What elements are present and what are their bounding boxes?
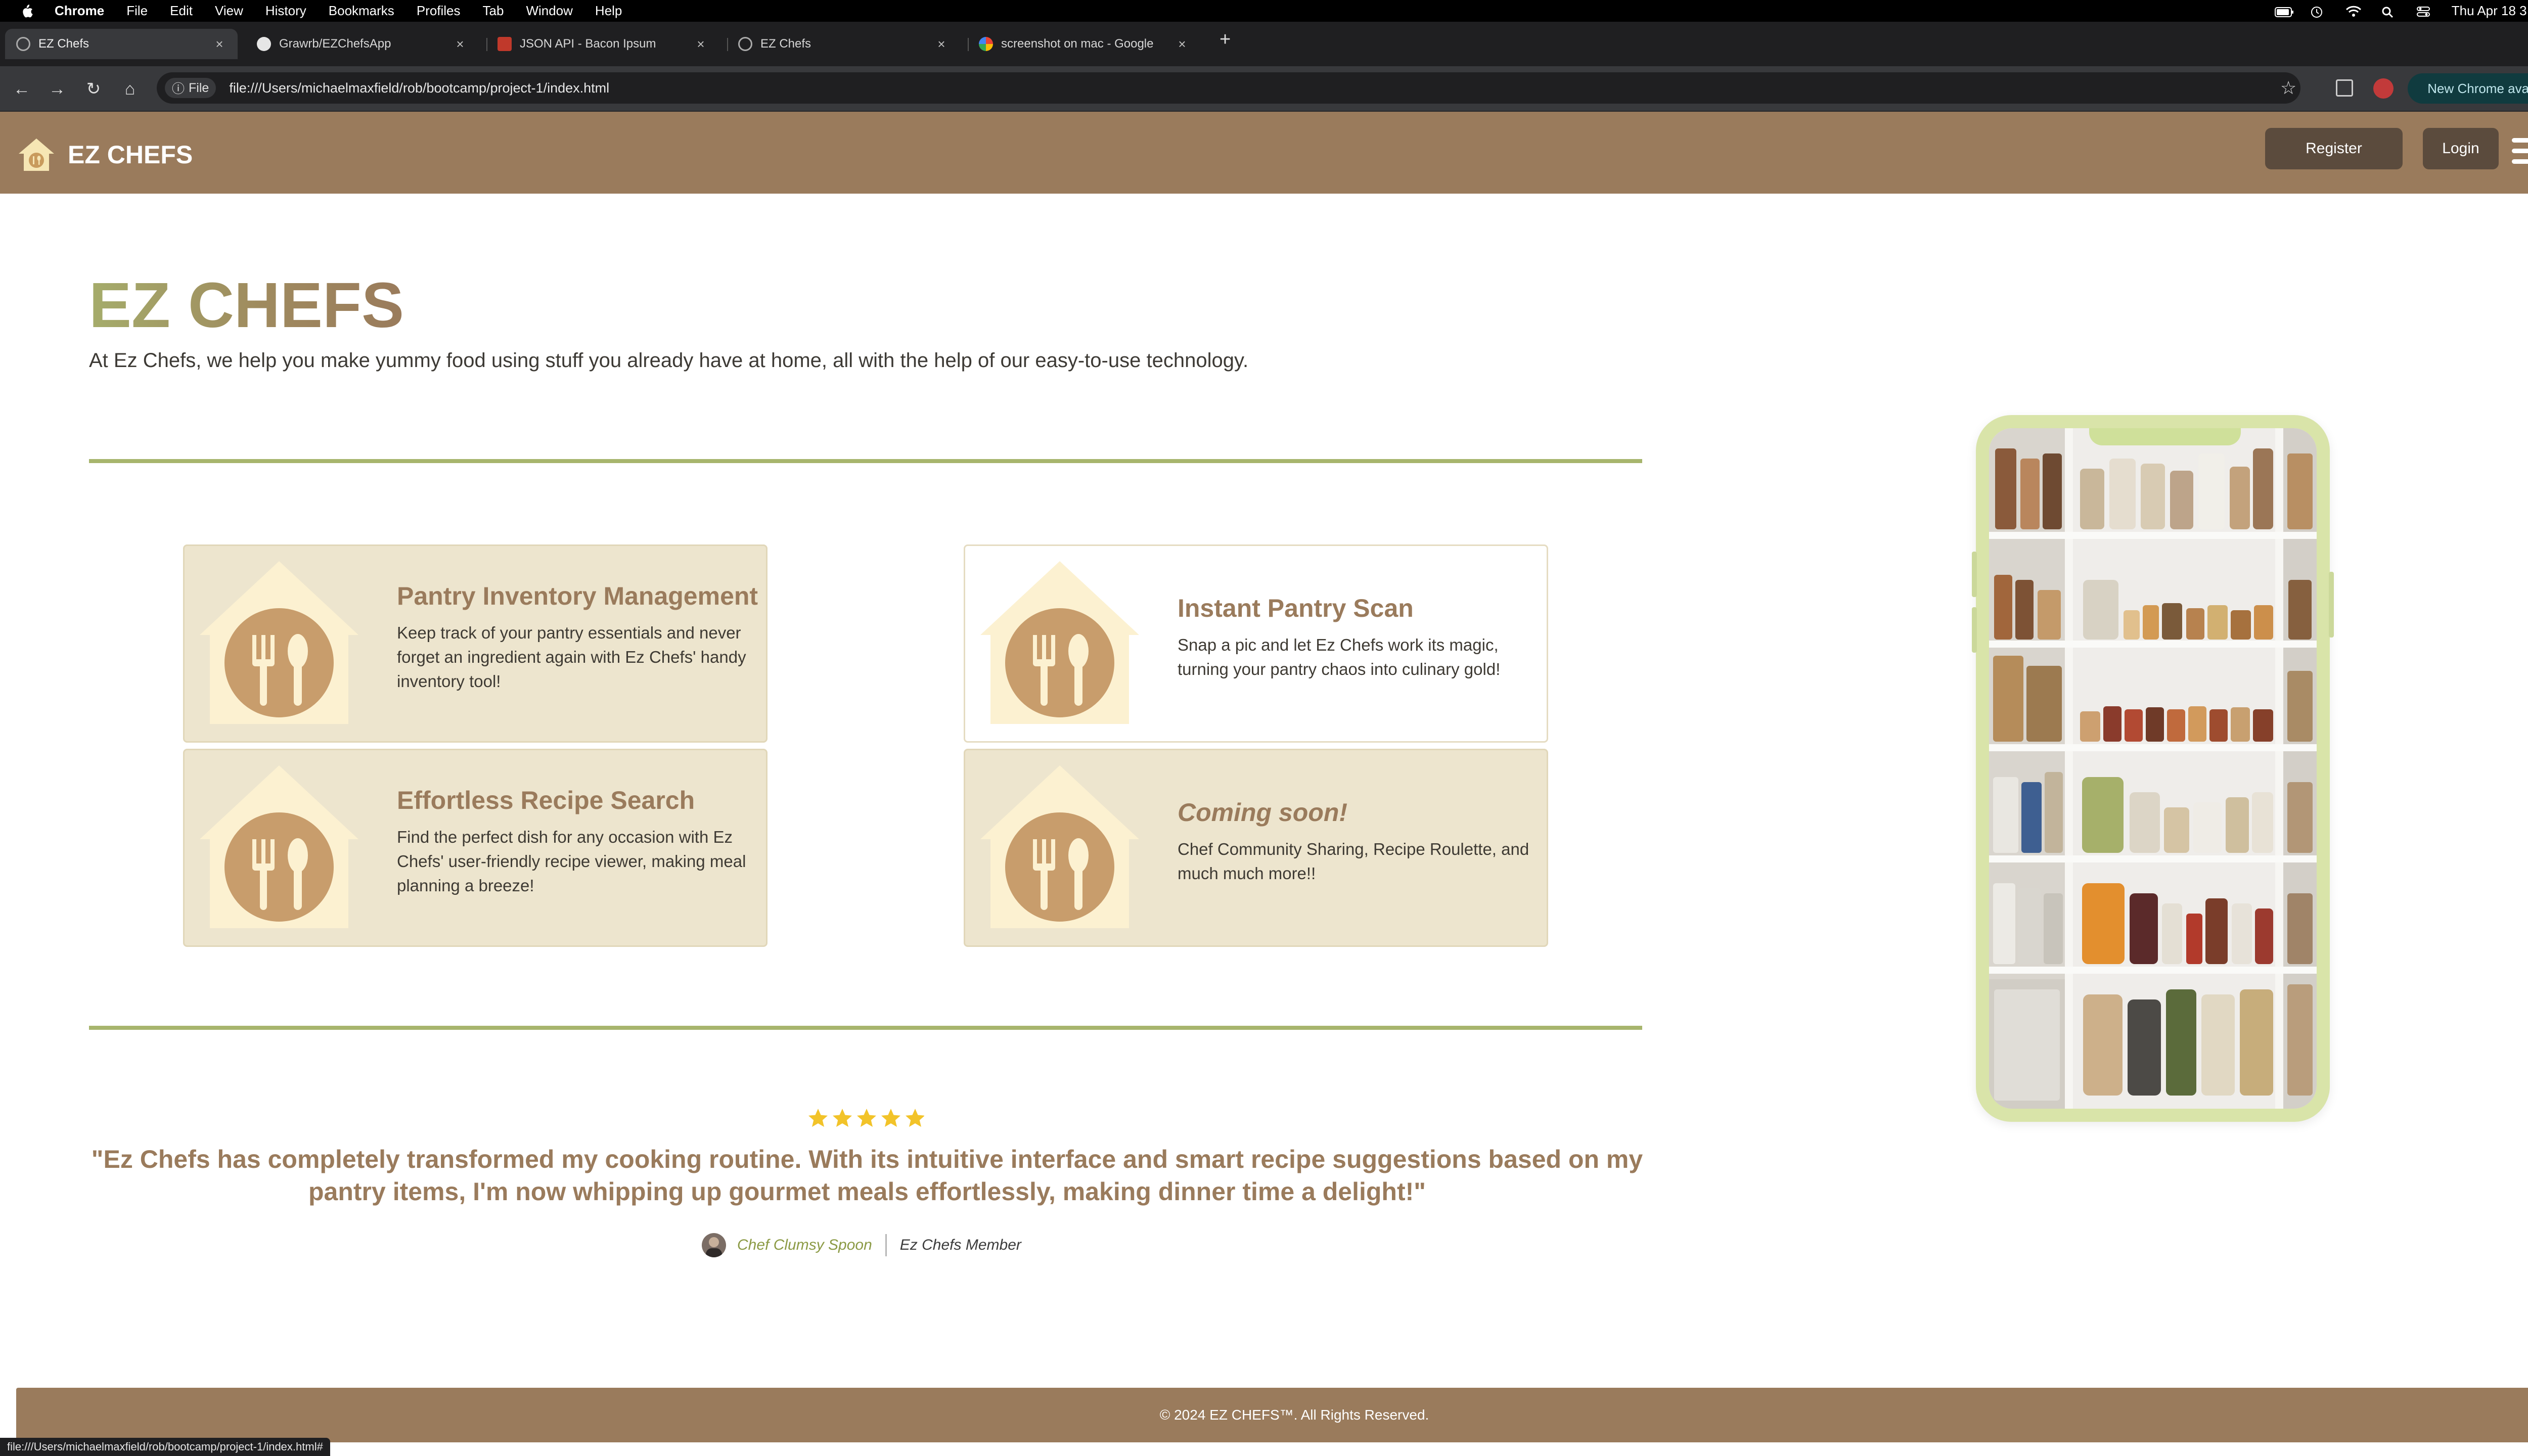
profile-avatar[interactable] [2373,78,2394,99]
site-header: EZ CHEFS Register Login [0,112,2528,194]
feature-description: Snap a pic and let Ez Chefs work its mag… [1178,635,1501,678]
time-machine-icon[interactable] [2310,6,2325,18]
hero-title: EZ CHEFS [89,269,404,341]
menu-profiles[interactable]: Profiles [417,3,461,19]
bookmark-star-icon[interactable]: ☆ [2280,77,2296,99]
testimonial-quote: "Ez Chefs has completely transformed my … [91,1145,1643,1206]
menu-bookmarks[interactable]: Bookmarks [329,3,394,19]
browser-toolbar: ← → ↻ ⌂ ⓘ File file:///Users/michaelmaxf… [0,66,2528,112]
menu-file[interactable]: File [126,3,148,19]
feature-description: Find the perfect dish for any occasion w… [397,828,746,895]
author-avatar [702,1233,726,1257]
ez-chefs-favicon [738,37,752,51]
section-divider-top [89,459,1642,463]
google-icon [979,37,993,51]
author-role: Ez Chefs Member [899,1237,1021,1253]
address-bar[interactable]: ⓘ File file:///Users/michaelmaxfield/rob… [157,72,2300,104]
close-tab-icon[interactable]: × [453,36,467,52]
status-bar-url: file:///Users/michaelmaxfield/rob/bootca… [0,1438,330,1456]
home-logo-icon[interactable] [17,137,56,172]
new-tab-button[interactable]: + [1220,29,1231,51]
login-button[interactable]: Login [2423,128,2499,169]
tab-label: EZ Chefs [38,37,89,51]
menu-app-name[interactable]: Chrome [55,3,104,19]
tab-label: screenshot on mac - Google [1001,37,1154,51]
control-center-icon[interactable] [2416,6,2431,17]
menu-window[interactable]: Window [526,3,572,19]
feature-title: Pantry Inventory Management [397,582,758,610]
ez-chefs-favicon [16,37,30,51]
feature-card-coming-soon: Coming soon! Chef Community Sharing, Rec… [964,749,1548,947]
menu-tab[interactable]: Tab [483,3,504,19]
browser-tab-google[interactable]: screenshot on mac - Google × [968,29,1200,59]
back-arrow-icon[interactable]: ← [10,77,33,101]
author-divider [885,1234,887,1256]
reload-icon[interactable]: ↻ [82,77,105,101]
forward-arrow-icon[interactable]: → [46,77,69,101]
browser-tab-bacon-ipsum[interactable]: JSON API - Bacon Ipsum × [486,29,719,59]
home-utensils-icon [980,561,1139,724]
feature-card-recipe-search: Effortless Recipe Search Find the perfec… [183,749,768,947]
close-tab-icon[interactable]: × [934,36,949,52]
close-tab-icon[interactable]: × [694,36,708,52]
five-star-rating-icon [808,1109,924,1127]
register-button[interactable]: Register [2265,128,2403,169]
menu-edit[interactable]: Edit [170,3,193,19]
browser-tab-strip: EZ Chefs × Grawrb/EZChefsApp × JSON API … [0,22,2528,66]
pantry-shelves-image [1989,428,2317,1109]
hero-subtitle: At Ez Chefs, we help you make yummy food… [89,349,1249,372]
feature-description: Keep track of your pantry essentials and… [397,623,746,691]
feature-description: Chef Community Sharing, Recipe Roulette,… [1178,840,1529,883]
browser-tab-github[interactable]: Grawrb/EZChefsApp × [246,29,478,59]
feature-card-instant-scan: Instant Pantry Scan Snap a pic and let E… [964,544,1548,743]
tab-label: EZ Chefs [760,37,811,51]
wifi-icon[interactable] [2345,6,2361,17]
github-icon [257,37,271,51]
menu-history[interactable]: History [265,3,306,19]
menu-help[interactable]: Help [595,3,622,19]
address-bar-url[interactable]: file:///Users/michaelmaxfield/rob/bootca… [229,80,609,96]
home-utensils-icon [200,561,358,724]
feature-title: Effortless Recipe Search [397,786,695,814]
phone-notch [2089,428,2241,445]
new-chrome-available-button[interactable]: New Chrome available [2408,73,2528,104]
apple-menu-icon[interactable] [20,0,33,22]
feature-title: Coming soon! [1178,798,1348,827]
info-icon: ⓘ [172,82,185,96]
menu-view[interactable]: View [215,3,243,19]
testimonial-author: Chef Clumsy Spoon Ez Chefs Member [702,1232,1021,1258]
author-name: Chef Clumsy Spoon [737,1237,872,1253]
phone-mockup [1972,415,2334,1122]
section-divider-bottom [89,1026,1642,1030]
site-info-chip[interactable]: ⓘ File [165,78,216,98]
file-chip-label: File [189,80,209,95]
side-panel-icon[interactable] [2336,79,2353,97]
site-footer: © 2024 EZ CHEFS™. All Rights Reserved. [16,1388,2528,1442]
site-brand-name[interactable]: EZ CHEFS [68,137,193,172]
tab-label: JSON API - Bacon Ipsum [520,37,656,51]
mac-menu-bar: Chrome File Edit View History Bookmarks … [0,0,2528,22]
close-tab-icon[interactable]: × [1175,36,1189,52]
hamburger-menu-icon[interactable] [2512,138,2528,168]
close-tab-icon[interactable]: × [212,36,227,52]
home-icon[interactable]: ⌂ [118,77,142,101]
menu-bar-clock[interactable]: Thu Apr 18 3:16 PM [2452,3,2528,19]
browser-tab-ez-chefs[interactable]: EZ Chefs × [5,29,238,59]
home-utensils-icon [200,765,358,928]
feature-title: Instant Pantry Scan [1178,594,1414,622]
feature-card-pantry-inventory: Pantry Inventory Management Keep track o… [183,544,768,743]
battery-icon[interactable] [2274,6,2293,17]
bacon-ipsum-favicon [498,37,512,51]
home-utensils-icon [980,765,1139,928]
spotlight-search-icon[interactable] [2381,6,2396,18]
tab-label: Grawrb/EZChefsApp [279,37,391,51]
page-viewport: EZ CHEFS Register Login EZ CHEFS At Ez C… [0,112,2528,1456]
browser-tab-ez-chefs-2[interactable]: EZ Chefs × [727,29,960,59]
